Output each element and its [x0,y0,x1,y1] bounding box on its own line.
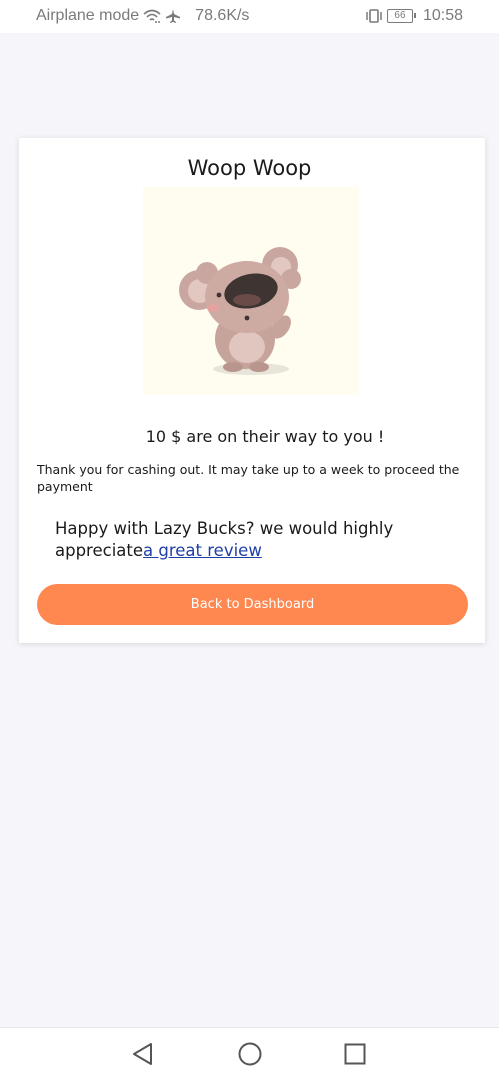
network-speed: 78.6K/s [195,7,250,24]
status-right: 66 10:58 [365,7,463,25]
koala-illustration [143,187,359,395]
system-nav-bar [0,1027,499,1081]
home-icon[interactable] [236,1040,264,1068]
thanks-message: Thank you for cashing out. It may take u… [37,462,460,494]
airplane-icon [165,8,181,24]
review-prompt: Happy with Lazy Bucks? we would highly a… [55,518,455,562]
status-left: Airplane mode 78.6K/s [36,7,249,25]
review-link[interactable]: a great review [143,541,262,560]
back-to-dashboard-button[interactable]: Back to Dashboard [37,584,468,625]
wifi-icon [143,8,161,24]
amount-message: 10 $ are on their way to you ! [145,427,385,446]
recents-icon[interactable] [341,1040,369,1068]
vibrate-icon [365,8,383,24]
battery-icon: 66 [386,9,416,23]
airplane-mode-label: Airplane mode [36,7,140,24]
back-icon[interactable] [129,1040,157,1068]
card-title: Woop Woop [187,156,312,180]
status-bar: Airplane mode 78.6K/s 66 10:58 [0,0,499,33]
clock: 10:58 [422,7,463,24]
